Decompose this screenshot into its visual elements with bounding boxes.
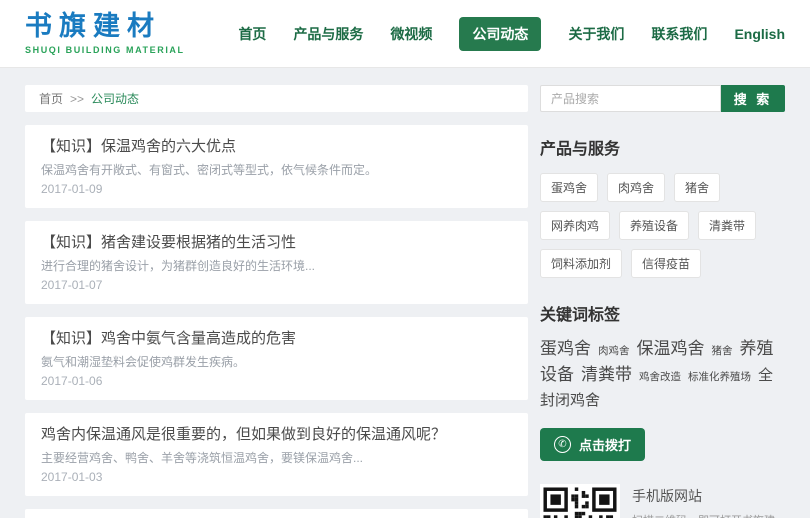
article-date: 2017-01-07 (41, 278, 512, 292)
article-card[interactable]: 【知识】鸡舍中氨气含量高造成的危害 氨气和潮湿垫料会促使鸡群发生疾病。 2017… (25, 317, 528, 400)
qr-section-description: 扫描二维码，即可打开书旗建材手机版网站，随时随地浏览、收藏、分享最新动态及产品，… (632, 513, 785, 518)
product-tag[interactable]: 信得疫苗 (631, 249, 701, 278)
article-date: 2017-01-03 (41, 470, 512, 484)
nav-item[interactable]: 公司动态 (459, 17, 541, 51)
product-tags: 蛋鸡舍肉鸡舍猪舍网养肉鸡养殖设备清粪带饲料添加剂信得疫苗 (540, 173, 785, 278)
article-list: 首页 >> 公司动态 【知识】保温鸡舍的六大优点 保温鸡舍有开敞式、有窗式、密闭… (25, 85, 528, 518)
article-description: 氨气和潮湿垫料会促使鸡群发生疾病。 (41, 355, 512, 369)
main-nav: 首页 产品与服务 微视频 公司动态 关于我们 联系我们 English (238, 17, 785, 51)
article-title[interactable]: 【知识】保温鸡舍的六大优点 (41, 137, 512, 156)
article-title[interactable]: 【知识】鸡舍中氨气含量高造成的危害 (41, 329, 512, 348)
article-description: 主要经营鸡舍、鸭舍、羊舍等浇筑恒温鸡舍，要镁保温鸡舍... (41, 451, 512, 465)
qr-sections: 手机版网站 扫描二维码，即可打开书旗建材手机版网站，随时随地浏览、收藏、分享最新… (540, 484, 785, 518)
keyword-tag[interactable]: 鸡舍改造 (639, 371, 681, 383)
sidebar: 搜 索 产品与服务 蛋鸡舍肉鸡舍猪舍网养肉鸡养殖设备清粪带饲料添加剂信得疫苗 关… (540, 85, 785, 518)
nav-item[interactable]: 首页 (238, 24, 266, 44)
article-card[interactable]: 扬州一养殖场现豪华鸡舍 鸡吹空调听老歌 2016-11-29 (25, 509, 528, 518)
keyword-tag[interactable]: 清粪带 (581, 365, 632, 384)
click-to-call-button[interactable]: ✆ 点击拨打 (540, 428, 645, 461)
article-description: 进行合理的猪舍设计，为猪群创造良好的生活环境... (41, 259, 512, 273)
keyword-tag[interactable]: 标准化养殖场 (688, 371, 751, 383)
article-card[interactable]: 鸡舍内保温通风是很重要的，但如果做到良好的保温通风呢？ 主要经营鸡舍、鸭舍、羊舍… (25, 413, 528, 496)
article-date: 2017-01-06 (41, 374, 512, 388)
article-title[interactable]: 【知识】猪舍建设要根据猪的生活习性 (41, 233, 512, 252)
phone-icon: ✆ (554, 436, 571, 453)
product-tag[interactable]: 网养肉鸡 (540, 211, 610, 240)
breadcrumb-current-link[interactable]: 公司动态 (91, 90, 139, 107)
product-tag[interactable]: 肉鸡舍 (607, 173, 665, 202)
call-button-label: 点击拨打 (579, 435, 631, 454)
product-tag[interactable]: 饲料添加剂 (540, 249, 622, 278)
qr-section-title: 手机版网站 (632, 486, 785, 506)
breadcrumb: 首页 >> 公司动态 (25, 85, 528, 112)
page: 书旗建材 SHUQI BUILDING MATERIAL 首页产品与服务微视频公… (0, 0, 810, 518)
article-date: 2017-01-09 (41, 182, 512, 196)
company-logo[interactable]: 书旗建材 SHUQI BUILDING MATERIAL (25, 13, 185, 55)
qr-code (540, 484, 620, 518)
logo-subtitle: SHUQI BUILDING MATERIAL (25, 45, 185, 55)
article-card[interactable]: 【知识】猪舍建设要根据猪的生活习性 进行合理的猪舍设计，为猪群创造良好的生活环境… (25, 221, 528, 304)
logo-title: 书旗建材 (25, 13, 185, 40)
qr-section: 手机版网站 扫描二维码，即可打开书旗建材手机版网站，随时随地浏览、收藏、分享最新… (540, 484, 785, 518)
header: 书旗建材 SHUQI BUILDING MATERIAL 首页 产品与服务 微视频 公… (0, 0, 810, 68)
product-tag[interactable]: 蛋鸡舍 (540, 173, 598, 202)
breadcrumb-separator: >> (70, 92, 84, 106)
product-search: 搜 索 (540, 85, 785, 112)
keywords-heading: 关键词标签 (540, 301, 785, 325)
nav-item[interactable]: 联系我们 (651, 24, 707, 44)
nav-item[interactable]: 产品与服务 (293, 24, 363, 44)
nav-item[interactable]: English (734, 26, 785, 42)
article-cards: 【知识】保温鸡舍的六大优点 保温鸡舍有开敞式、有窗式、密闭式等型式，依气候条件而… (25, 125, 528, 518)
products-heading: 产品与服务 (540, 135, 785, 159)
search-input[interactable] (540, 85, 721, 112)
article-title[interactable]: 鸡舍内保温通风是很重要的，但如果做到良好的保温通风呢？ (41, 425, 512, 444)
nav-item[interactable]: 关于我们 (568, 24, 624, 44)
search-button[interactable]: 搜 索 (721, 85, 785, 112)
product-tag[interactable]: 清粪带 (698, 211, 756, 240)
article-card[interactable]: 【知识】保温鸡舍的六大优点 保温鸡舍有开敞式、有窗式、密闭式等型式，依气候条件而… (25, 125, 528, 208)
keyword-tag[interactable]: 猪舍 (712, 345, 733, 357)
article-description: 保温鸡舍有开敞式、有窗式、密闭式等型式，依气候条件而定。 (41, 163, 512, 177)
product-tag[interactable]: 猪舍 (674, 173, 720, 202)
product-tag[interactable]: 养殖设备 (619, 211, 689, 240)
breadcrumb-home-link[interactable]: 首页 (39, 90, 63, 107)
page-body: 首页 >> 公司动态 【知识】保温鸡舍的六大优点 保温鸡舍有开敞式、有窗式、密闭… (0, 68, 810, 518)
keyword-tag[interactable]: 蛋鸡舍 (540, 339, 591, 358)
keyword-cloud: 蛋鸡舍肉鸡舍保温鸡舍猪舍养殖设备清粪带鸡舍改造标准化养殖场全封闭鸡舍 (540, 337, 785, 412)
nav-item[interactable]: 微视频 (390, 24, 432, 44)
keyword-tag[interactable]: 保温鸡舍 (637, 339, 705, 358)
keyword-tag[interactable]: 肉鸡舍 (598, 345, 630, 357)
